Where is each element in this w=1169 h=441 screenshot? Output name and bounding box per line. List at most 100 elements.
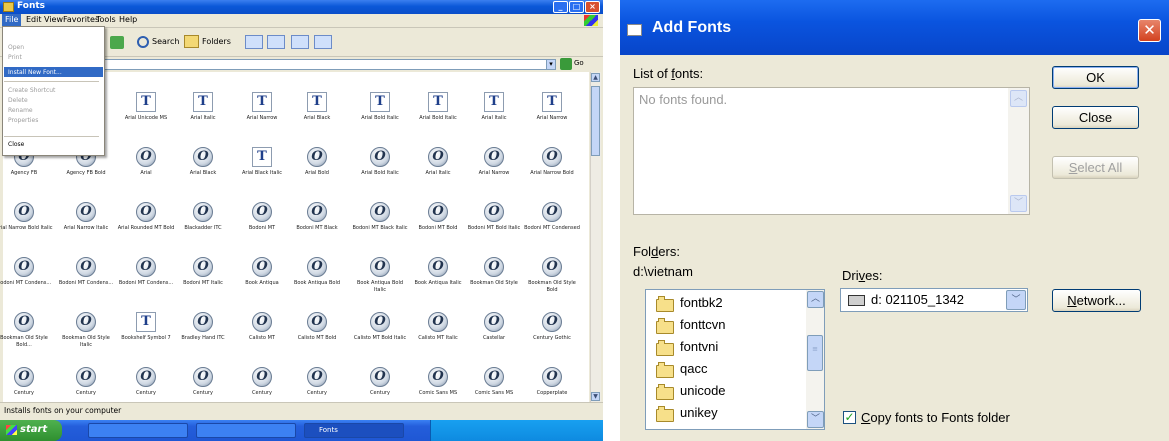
go-arrow-icon[interactable]: [560, 58, 572, 70]
opentype-font-icon[interactable]: O: [428, 367, 448, 387]
font-file-label[interactable]: Comic Sans MS: [409, 390, 467, 397]
scroll-up-button[interactable]: ▲: [591, 73, 600, 82]
opentype-font-icon[interactable]: O: [484, 312, 504, 332]
menu-edit[interactable]: Edit: [26, 15, 42, 24]
drives-dropdown-button[interactable]: ﹀: [1006, 290, 1026, 310]
opentype-font-icon[interactable]: O: [14, 202, 34, 222]
opentype-font-icon[interactable]: O: [252, 257, 272, 277]
truetype-font-icon[interactable]: T: [542, 92, 562, 112]
font-file-label[interactable]: Bodoni MT Condensed: [523, 225, 581, 232]
font-file-label[interactable]: Arial Rounded MT Bold: [117, 225, 175, 232]
font-file-label[interactable]: Book Antiqua: [233, 280, 291, 287]
opentype-font-icon[interactable]: O: [307, 312, 327, 332]
view-large-icons-icon[interactable]: [245, 35, 263, 49]
font-file-label[interactable]: Bodoni MT Condens...: [57, 280, 115, 287]
close-button[interactable]: ×: [585, 1, 600, 13]
opentype-font-icon[interactable]: O: [484, 367, 504, 387]
font-file-label[interactable]: Calisto MT Bold: [288, 335, 346, 342]
opentype-font-icon[interactable]: O: [193, 367, 213, 387]
up-folder-icon[interactable]: [110, 36, 124, 49]
folder-list-item[interactable]: fontvni: [680, 339, 718, 354]
opentype-font-icon[interactable]: O: [307, 367, 327, 387]
opentype-font-icon[interactable]: O: [542, 147, 562, 167]
opentype-font-icon[interactable]: O: [428, 312, 448, 332]
font-file-label[interactable]: Arial: [117, 170, 175, 177]
font-file-label[interactable]: Arial Unicode MS: [117, 115, 175, 122]
font-file-label[interactable]: Book Antiqua Bold Italic: [351, 280, 409, 294]
font-file-label[interactable]: Calisto MT Bold Italic: [351, 335, 409, 342]
view-list-icon[interactable]: [267, 35, 285, 49]
truetype-font-icon[interactable]: T: [193, 92, 213, 112]
menu-file[interactable]: File: [2, 14, 22, 26]
truetype-font-icon[interactable]: T: [428, 92, 448, 112]
opentype-font-icon[interactable]: O: [252, 367, 272, 387]
opentype-font-icon[interactable]: O: [307, 202, 327, 222]
font-file-label[interactable]: Bookman Old Style Italic: [57, 335, 115, 349]
menu-favorites[interactable]: Favorites: [63, 15, 99, 24]
font-file-label[interactable]: Arial Black: [288, 115, 346, 122]
opentype-font-icon[interactable]: O: [193, 202, 213, 222]
font-file-label[interactable]: Century: [57, 390, 115, 397]
ok-button[interactable]: OK: [1052, 66, 1139, 89]
font-file-label[interactable]: Arial Italic: [465, 115, 523, 122]
copy-fonts-label[interactable]: Copy fonts to Fonts folder: [861, 410, 1010, 425]
folder-list-item[interactable]: qacc: [680, 361, 707, 376]
font-file-label[interactable]: Arial Narrow: [233, 115, 291, 122]
font-file-label[interactable]: Arial Narrow Italic: [57, 225, 115, 232]
font-file-label[interactable]: Bodoni MT: [233, 225, 291, 232]
view-details-icon[interactable]: [314, 35, 332, 49]
opentype-font-icon[interactable]: O: [428, 147, 448, 167]
font-file-label[interactable]: Bodoni MT Condens...: [0, 280, 53, 287]
font-file-label[interactable]: Century: [288, 390, 346, 397]
font-file-label[interactable]: Century: [233, 390, 291, 397]
opentype-font-icon[interactable]: O: [14, 312, 34, 332]
folder-list-item[interactable]: fontbk2: [680, 295, 723, 310]
folder-list-item[interactable]: unicode: [680, 383, 726, 398]
font-file-label[interactable]: Century: [174, 390, 232, 397]
view-similarity-icon[interactable]: [291, 35, 309, 49]
menu-help[interactable]: Help: [119, 15, 137, 24]
opentype-font-icon[interactable]: O: [76, 257, 96, 277]
taskbar-item-fonts[interactable]: Fonts: [304, 423, 404, 438]
font-file-label[interactable]: Bodoni MT Black: [288, 225, 346, 232]
truetype-font-icon[interactable]: T: [307, 92, 327, 112]
opentype-font-icon[interactable]: O: [76, 367, 96, 387]
opentype-font-icon[interactable]: O: [428, 257, 448, 277]
opentype-font-icon[interactable]: O: [136, 147, 156, 167]
font-file-label[interactable]: Bradley Hand ITC: [174, 335, 232, 342]
folder-list-item[interactable]: fonttcvn: [680, 317, 726, 332]
font-file-label[interactable]: Blackadder ITC: [174, 225, 232, 232]
opentype-font-icon[interactable]: O: [252, 312, 272, 332]
search-button[interactable]: Search: [152, 37, 179, 46]
font-file-label[interactable]: Century: [0, 390, 53, 397]
minimize-button[interactable]: _: [553, 1, 568, 13]
opentype-font-icon[interactable]: O: [136, 367, 156, 387]
truetype-font-icon[interactable]: T: [252, 147, 272, 167]
scroll-down-button[interactable]: ▼: [591, 392, 600, 401]
menu-tools[interactable]: Tools: [96, 15, 116, 24]
font-file-label[interactable]: Arial Italic: [409, 170, 467, 177]
address-input[interactable]: [28, 59, 555, 70]
font-file-label[interactable]: Calisto MT Italic: [409, 335, 467, 342]
folder-list-item[interactable]: unikey: [680, 405, 718, 420]
opentype-font-icon[interactable]: O: [370, 312, 390, 332]
dialog-close-button[interactable]: ✕: [1138, 19, 1161, 42]
opentype-font-icon[interactable]: O: [136, 257, 156, 277]
opentype-font-icon[interactable]: O: [76, 202, 96, 222]
taskbar-item[interactable]: [88, 423, 188, 438]
opentype-font-icon[interactable]: O: [14, 257, 34, 277]
opentype-font-icon[interactable]: O: [370, 202, 390, 222]
folder-scroll-down-button[interactable]: ﹀: [807, 411, 824, 428]
font-file-label[interactable]: Comic Sans MS: [465, 390, 523, 397]
folder-scroll-up-button[interactable]: ︿: [807, 291, 824, 308]
scroll-thumb[interactable]: [591, 86, 600, 156]
taskbar-item[interactable]: [196, 423, 296, 438]
font-file-label[interactable]: Book Antiqua Bold: [288, 280, 346, 287]
font-file-label[interactable]: Bookman Old Style Bold...: [0, 335, 53, 349]
font-file-label[interactable]: Bookman Old Style Bold: [523, 280, 581, 294]
opentype-font-icon[interactable]: O: [136, 202, 156, 222]
font-file-label[interactable]: Bodoni MT Black Italic: [351, 225, 409, 232]
font-file-label[interactable]: Bodoni MT Bold Italic: [465, 225, 523, 232]
font-file-label[interactable]: Bookman Old Style: [465, 280, 523, 287]
address-dropdown-button[interactable]: ▾: [546, 59, 556, 70]
